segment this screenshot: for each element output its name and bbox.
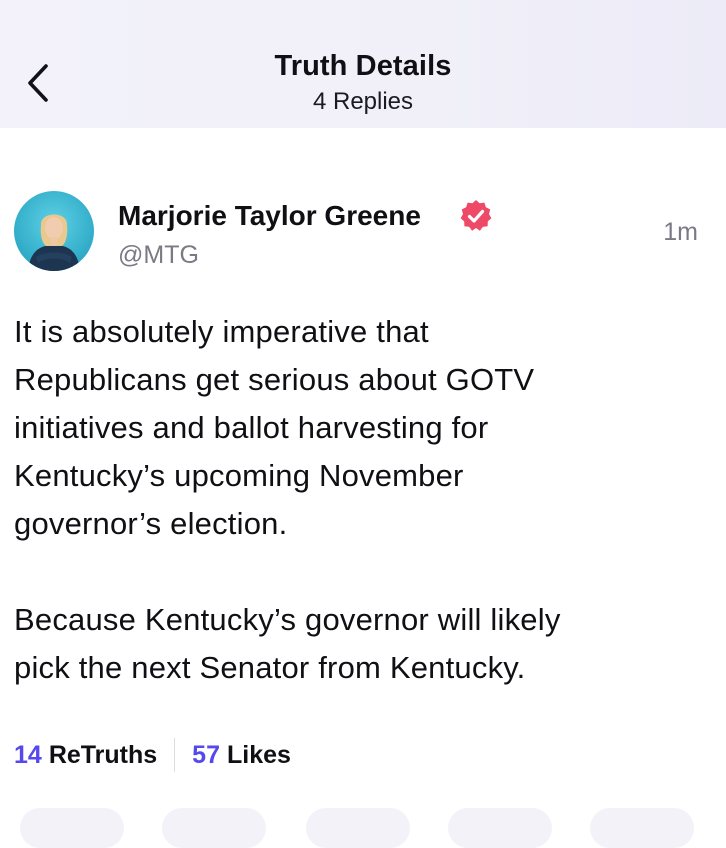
retruth-button[interactable] [162,808,266,848]
likes-count: 57 [192,740,220,769]
post-author-row: Marjorie Taylor Greene @MTG 1m [0,188,726,278]
post-paragraph: Because Kentucky’s governor will likely … [14,602,561,685]
replies-count[interactable]: 4 Replies [0,88,726,116]
more-button[interactable] [590,808,694,848]
avatar[interactable] [14,191,94,271]
post-content: It is absolutely imperative that Republi… [14,308,694,692]
avatar-image [14,191,94,271]
likes-stat[interactable]: 57 Likes [192,741,291,770]
post-paragraph: It is absolutely imperative that Republi… [14,314,535,541]
share-button[interactable] [448,808,552,848]
retruths-count: 14 [14,740,42,769]
page-title: Truth Details [274,50,452,82]
reply-button[interactable] [20,808,124,848]
retruths-label: ReTruths [48,740,158,769]
likes-label: Likes [226,740,291,769]
verified-badge-icon [458,198,494,234]
stats-divider [174,738,176,772]
post-action-bar [0,808,726,848]
post-timestamp: 1m [663,218,698,246]
like-button[interactable] [306,808,410,848]
top-bar: Truth Details 4 Replies [0,0,726,128]
post-stats: 14 ReTruths 57 Likes [14,736,291,774]
author-name[interactable]: Marjorie Taylor Greene [118,200,421,232]
retruths-stat[interactable]: 14 ReTruths [14,741,157,770]
author-handle[interactable]: @MTG [118,241,199,270]
